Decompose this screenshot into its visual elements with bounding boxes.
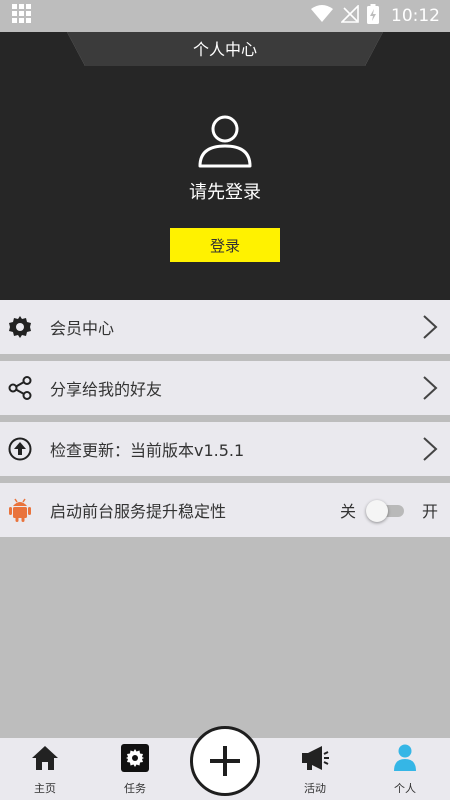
nav-item-profile[interactable]: 个人 xyxy=(370,738,440,800)
chevron-right-icon xyxy=(423,437,438,461)
toggle-off-label: 关 xyxy=(339,502,356,521)
home-icon xyxy=(30,743,60,773)
menu-label: 分享给我的好友 xyxy=(50,380,163,399)
nav-label: 个人 xyxy=(394,782,416,795)
nav-label: 主页 xyxy=(34,782,56,795)
login-button[interactable]: 登录 xyxy=(170,228,280,262)
battery-charging-icon xyxy=(367,4,379,28)
megaphone-icon xyxy=(300,743,330,773)
login-prompt: 请先登录 xyxy=(189,182,261,203)
menu-label: 启动前台服务提升稳定性 xyxy=(50,502,227,521)
chevron-right-icon xyxy=(423,376,438,400)
task-icon xyxy=(120,743,150,773)
chevron-right-icon xyxy=(423,315,438,339)
share-icon xyxy=(8,376,32,400)
foreground-service-toggle[interactable] xyxy=(365,499,406,522)
nav-item-home[interactable]: 主页 xyxy=(10,738,80,800)
settings-menu: 会员中心 分享给我的好友 检查更新：当前版本v1.5.1 启动前台服务提升稳定性… xyxy=(0,300,450,544)
avatar-icon[interactable] xyxy=(197,112,253,168)
page-title: 个人中心 xyxy=(192,40,257,59)
toggle-on-label: 开 xyxy=(421,502,438,521)
add-icon xyxy=(210,746,240,776)
profile-header: 个人中心 请先登录 登录 xyxy=(0,32,450,300)
app-grid-icon xyxy=(12,4,32,28)
menu-label: 会员中心 xyxy=(50,319,115,338)
status-time: 10:12 xyxy=(391,6,440,26)
status-bar: 10:12 xyxy=(0,0,450,32)
menu-item-vip-center[interactable]: 会员中心 xyxy=(0,300,450,354)
nav-label: 活动 xyxy=(304,782,326,795)
menu-item-share[interactable]: 分享给我的好友 xyxy=(0,361,450,415)
menu-item-check-update[interactable]: 检查更新：当前版本v1.5.1 xyxy=(0,422,450,476)
menu-label: 检查更新：当前版本v1.5.1 xyxy=(50,441,245,460)
foreground-service-toggle-group: 关 开 xyxy=(340,483,438,537)
menu-item-foreground-service: 启动前台服务提升稳定性 关 开 xyxy=(0,483,450,537)
toggle-knob xyxy=(365,500,388,522)
gear-icon xyxy=(8,315,32,339)
wifi-icon xyxy=(311,5,333,27)
nav-label: 任务 xyxy=(124,782,146,795)
nav-item-activity[interactable]: 活动 xyxy=(280,738,350,800)
nav-item-task[interactable]: 任务 xyxy=(100,738,170,800)
android-icon xyxy=(8,498,32,522)
person-icon xyxy=(390,743,420,773)
no-signal-icon xyxy=(340,4,359,27)
add-button[interactable] xyxy=(190,726,260,796)
update-icon xyxy=(8,437,32,461)
